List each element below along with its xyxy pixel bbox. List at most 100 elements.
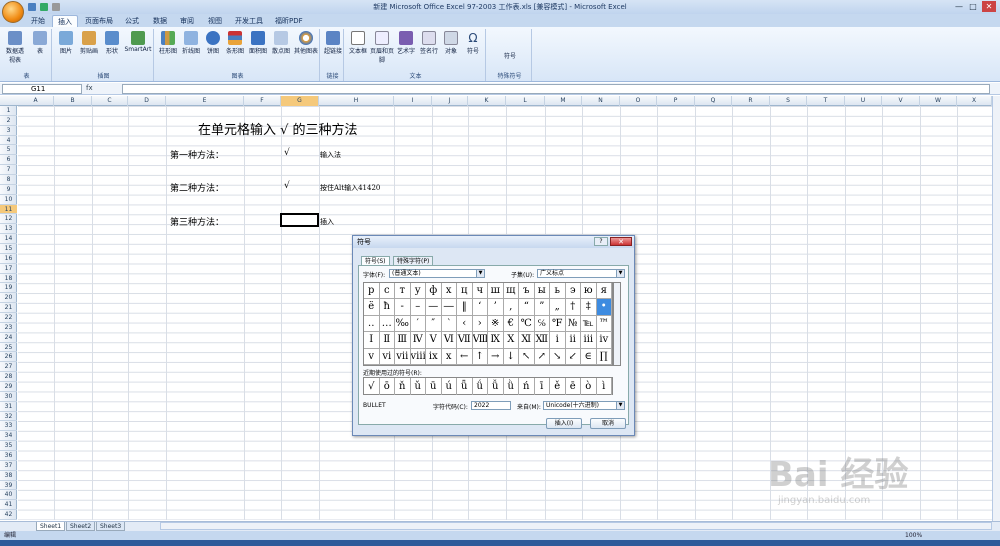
row-header-16[interactable]: 16	[0, 254, 17, 264]
row-header-32[interactable]: 32	[0, 412, 17, 422]
symbol-cell[interactable]: ы	[534, 283, 550, 300]
row-header-6[interactable]: 6	[0, 155, 17, 166]
symbol-cell[interactable]: ‘	[472, 299, 488, 316]
symbol-cell[interactable]: ⅷ	[410, 348, 426, 365]
save-icon[interactable]	[28, 3, 36, 11]
column-header-r[interactable]: R	[732, 96, 770, 106]
symbol-cell[interactable]: ⅱ	[565, 332, 581, 349]
fx-icon[interactable]: fx	[86, 84, 120, 94]
symbol-cell[interactable]: •	[596, 299, 612, 316]
row-header-37[interactable]: 37	[0, 461, 17, 471]
recent-symbol-cell[interactable]: ń	[519, 378, 535, 395]
row-header-11[interactable]: 11	[0, 204, 17, 215]
row-header-20[interactable]: 20	[0, 293, 17, 304]
column-header-q[interactable]: Q	[695, 96, 732, 106]
redo-icon[interactable]	[52, 3, 60, 11]
symbol-cell[interactable]: Ⅹ	[503, 332, 519, 349]
symbol-cell[interactable]: ′	[410, 315, 426, 333]
tab-developer[interactable]: 开发工具	[230, 15, 268, 27]
row-header-13[interactable]: 13	[0, 224, 17, 235]
row-header-28[interactable]: 28	[0, 372, 17, 382]
recent-symbol-cell[interactable]: ǔ	[411, 378, 426, 395]
row-header-41[interactable]: 41	[0, 500, 17, 511]
symbol-cell[interactable]: э	[565, 283, 581, 300]
row-header-39[interactable]: 39	[0, 481, 17, 491]
recent-symbol-cell[interactable]: ō	[380, 378, 395, 395]
row-header-1[interactable]: 1	[0, 106, 17, 116]
recent-symbol-cell[interactable]: ǚ	[488, 378, 504, 395]
subset-select[interactable]: 广义标点 ▼	[537, 269, 625, 278]
symbol-cell[interactable]: ‰	[395, 315, 411, 333]
column-header-a[interactable]: A	[18, 96, 54, 106]
row-header-38[interactable]: 38	[0, 471, 17, 481]
symbol-cell[interactable]: Ⅰ	[364, 332, 380, 349]
symbol-cell[interactable]: —	[426, 299, 442, 316]
undo-icon[interactable]	[40, 3, 48, 11]
symbol-cell[interactable]: ‐	[395, 299, 411, 316]
symbol-cell[interactable]: ⅴ	[364, 348, 380, 365]
picture-button[interactable]: 图片	[56, 31, 76, 55]
row-header-19[interactable]: 19	[0, 283, 17, 294]
column-header-t[interactable]: T	[807, 96, 845, 106]
symbol-cell[interactable]: ″	[426, 315, 442, 333]
row-header-27[interactable]: 27	[0, 362, 17, 373]
symbol-cell[interactable]: ⅹ	[441, 348, 457, 365]
office-button[interactable]	[2, 1, 24, 23]
row-header-24[interactable]: 24	[0, 333, 17, 343]
row-header-33[interactable]: 33	[0, 421, 17, 432]
object-button[interactable]: 对象	[441, 31, 461, 55]
tab-pdf[interactable]: 福昕PDF	[270, 15, 308, 27]
symbol-cell[interactable]: ⅰ	[550, 332, 566, 349]
symbol-cell[interactable]: Ⅸ	[488, 332, 504, 349]
selected-cell-g11[interactable]	[280, 213, 319, 227]
recent-symbol-cell[interactable]: ň	[395, 378, 411, 395]
dialog-close-button[interactable]: ✕	[610, 237, 632, 246]
zoom-level[interactable]: 100%	[905, 531, 922, 540]
char-code-input[interactable]: 2022	[471, 401, 511, 410]
smartart-button[interactable]: SmartArt	[124, 31, 152, 53]
column-header-i[interactable]: I	[394, 96, 432, 106]
symbol-cell[interactable]: ц	[457, 283, 473, 300]
row-header-3[interactable]: 3	[0, 126, 17, 136]
symbol-cell[interactable]: Ⅻ	[534, 332, 550, 349]
symbol-cell[interactable]: ⅵ	[379, 348, 395, 365]
textbox-button[interactable]: 文本框	[347, 31, 369, 55]
minimize-button[interactable]: —	[952, 1, 966, 12]
row-header-34[interactable]: 34	[0, 431, 17, 442]
row-header-42[interactable]: 42	[0, 510, 17, 520]
sheet-tab-2[interactable]: Sheet2	[66, 522, 96, 531]
symbol-cell[interactable]: ’	[488, 299, 504, 316]
symbol-cell[interactable]: ф	[426, 283, 442, 300]
symbol-cell[interactable]: …	[379, 315, 395, 333]
symbol-cell[interactable]: †	[565, 299, 581, 316]
symbol-cell[interactable]: ⅲ	[581, 332, 597, 349]
pie-chart-button[interactable]: 饼图	[203, 31, 223, 55]
column-header-w[interactable]: W	[920, 96, 957, 106]
row-header-12[interactable]: 12	[0, 214, 17, 225]
symbol-cell[interactable]: ‵	[441, 315, 457, 333]
symbol-cell[interactable]: ё	[364, 299, 380, 316]
symbol-cell[interactable]: ™	[596, 315, 612, 333]
column-header-x[interactable]: X	[957, 96, 992, 106]
row-header-22[interactable]: 22	[0, 313, 17, 323]
symbol-cell[interactable]: ъ	[519, 283, 535, 300]
row-header-40[interactable]: 40	[0, 490, 17, 501]
vertical-scrollbar[interactable]	[992, 96, 1000, 524]
special-symbol-button[interactable]: 符号	[490, 51, 530, 60]
scatter-chart-button[interactable]: 散点图	[270, 31, 292, 55]
symbol-cell[interactable]: ⅸ	[426, 348, 442, 365]
other-charts-button[interactable]: 其他图表	[293, 31, 319, 55]
column-header-g[interactable]: G	[281, 96, 319, 106]
symbol-cell[interactable]: Ⅷ	[472, 332, 488, 349]
symbol-cell[interactable]: с	[379, 283, 395, 300]
symbol-cell[interactable]: ш	[488, 283, 504, 300]
row-header-26[interactable]: 26	[0, 352, 17, 363]
symbol-cell[interactable]: ‹	[457, 315, 473, 333]
symbol-grid[interactable]: р с т у ф х ц ч ш щ ъ ы ь э ю я ё ħ ‐ – — ― ‖ ‘’ ‚ “” „ † ‡ • ‥… ‰ ′ ″ ‵ ‹ ›…	[363, 282, 613, 366]
symbol-cell[interactable]: №	[565, 315, 581, 333]
recent-symbol-cell[interactable]: ē	[566, 378, 581, 395]
row-header-9[interactable]: 9	[0, 185, 17, 195]
symbol-cell[interactable]: ‖	[457, 299, 473, 316]
symbol-cell[interactable]: ь	[550, 283, 566, 300]
tab-view[interactable]: 视图	[203, 15, 227, 27]
